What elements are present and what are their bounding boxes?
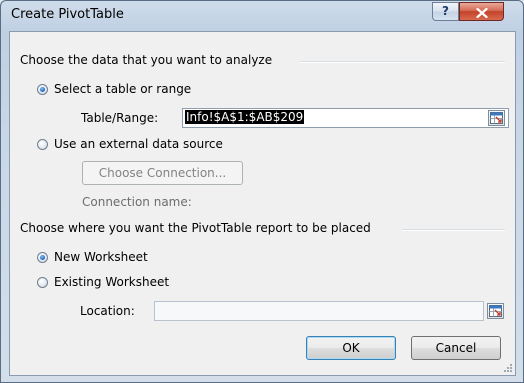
group-separator	[402, 229, 505, 231]
location-input[interactable]	[154, 301, 484, 321]
new-worksheet-option[interactable]: New Worksheet	[37, 250, 148, 264]
ok-button[interactable]: OK	[306, 336, 396, 360]
resize-grip-icon[interactable]	[503, 363, 513, 373]
range-picker-icon	[489, 305, 502, 317]
cancel-button[interactable]: Cancel	[411, 336, 501, 360]
create-pivottable-dialog: Create PivotTable ? Choose the data that…	[0, 0, 524, 383]
new-worksheet-radio[interactable]	[37, 251, 48, 263]
table-range-input[interactable]: Info!$A$1:$AB$209	[182, 108, 509, 128]
existing-worksheet-label: Existing Worksheet	[54, 275, 170, 289]
location-label: Location:	[80, 304, 135, 318]
external-source-label: Use an external data source	[54, 137, 223, 151]
title-bar[interactable]: Create PivotTable ?	[1, 1, 523, 31]
select-range-label: Select a table or range	[54, 82, 192, 96]
table-range-picker-button[interactable]	[488, 110, 505, 126]
choose-connection-button[interactable]: Choose Connection...	[82, 161, 243, 185]
source-group-title: Choose the data that you want to analyze	[20, 53, 277, 67]
external-source-option[interactable]: Use an external data source	[37, 137, 223, 151]
dialog-body: Choose the data that you want to analyze…	[9, 31, 516, 376]
group-separator	[300, 61, 505, 63]
location-picker-button[interactable]	[487, 303, 504, 319]
connection-name-label: Connection name:	[82, 195, 192, 209]
select-range-radio[interactable]	[37, 83, 48, 95]
placement-group-title: Choose where you want the PivotTable rep…	[20, 221, 375, 235]
dialog-title: Create PivotTable	[11, 7, 124, 22]
table-range-label: Table/Range:	[81, 111, 159, 125]
close-icon	[475, 7, 488, 19]
close-button[interactable]	[459, 2, 504, 21]
external-source-radio[interactable]	[37, 138, 48, 150]
existing-worksheet-radio[interactable]	[37, 276, 48, 288]
select-range-option[interactable]: Select a table or range	[37, 82, 191, 96]
help-button[interactable]: ?	[432, 2, 459, 21]
existing-worksheet-option[interactable]: Existing Worksheet	[37, 275, 169, 289]
range-picker-icon	[490, 112, 503, 124]
table-range-value: Info!$A$1:$AB$209	[185, 110, 305, 124]
new-worksheet-label: New Worksheet	[54, 250, 148, 264]
